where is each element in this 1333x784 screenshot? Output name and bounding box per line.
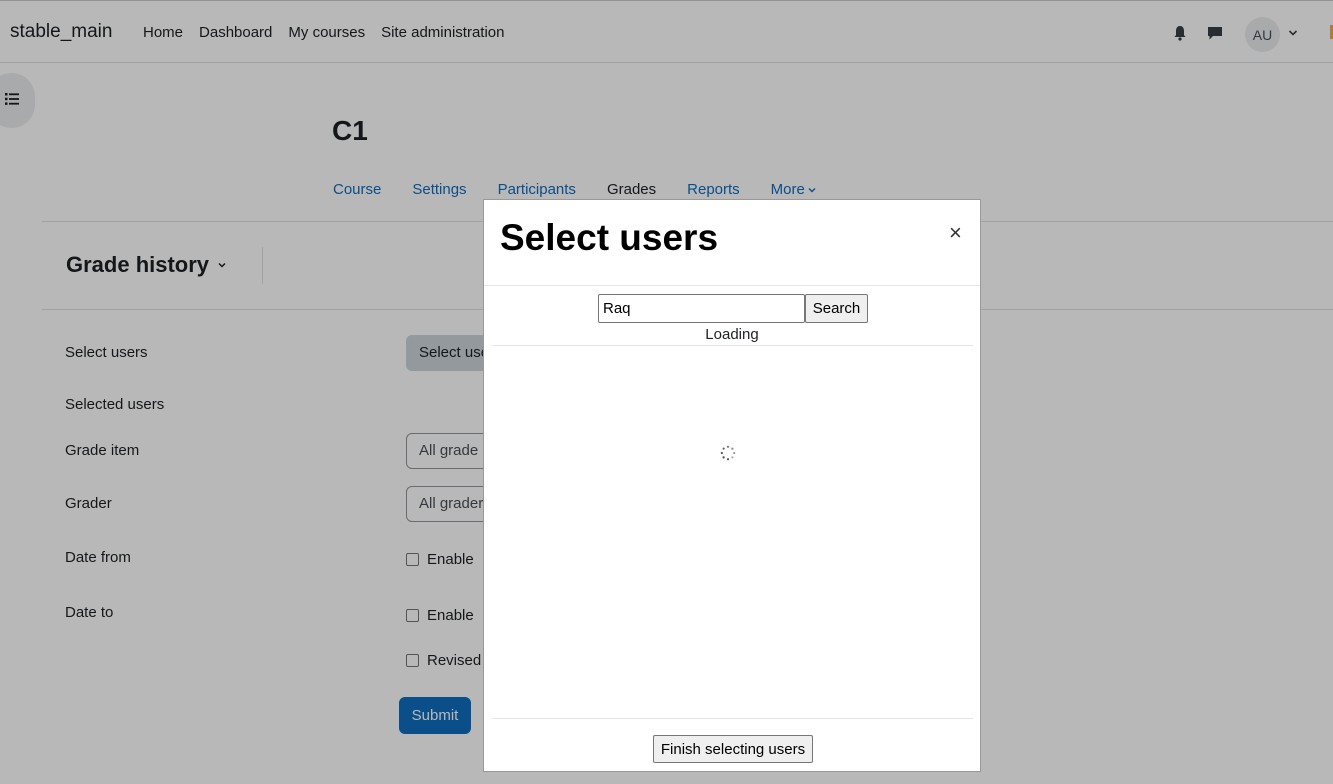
dialog-header-divider — [484, 285, 980, 286]
search-input[interactable] — [598, 294, 805, 323]
search-button[interactable]: Search — [805, 294, 868, 323]
results-list-bottom-border — [492, 718, 973, 719]
select-users-dialog: Select users × Search Loading Finish sel… — [483, 199, 981, 772]
finish-selecting-users-button[interactable]: Finish selecting users — [653, 735, 813, 763]
loading-status: Loading — [705, 326, 759, 343]
close-icon[interactable]: × — [949, 222, 962, 244]
results-list-top-border — [492, 345, 973, 346]
loading-spinner-icon — [720, 445, 736, 461]
dialog-title: Select users — [500, 217, 719, 258]
